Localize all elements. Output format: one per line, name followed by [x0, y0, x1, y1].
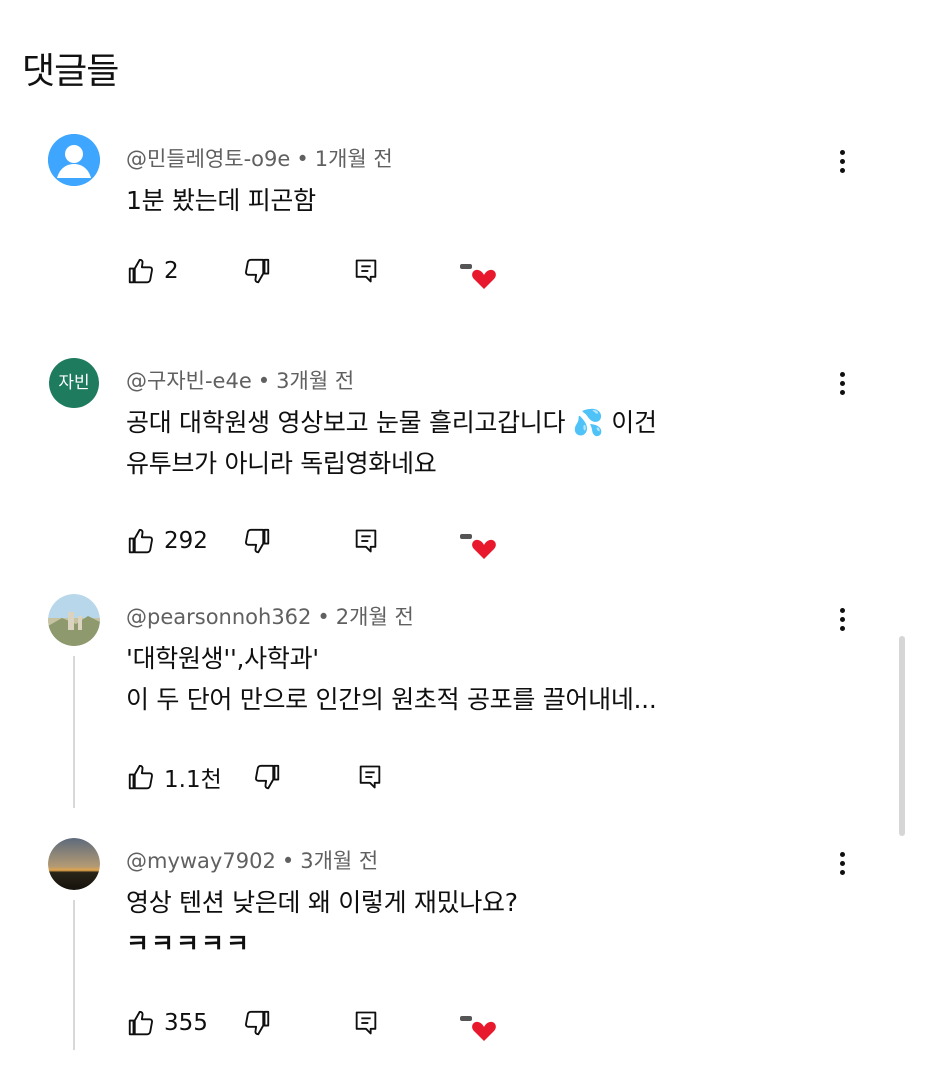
comment-time[interactable]: 3개월 전	[276, 369, 354, 393]
thumbs-down-icon	[245, 258, 270, 284]
comment-text: 영상 텐션 낮은데 왜 이렇게 재밌나요? ㅋㅋㅋㅋㅋ	[126, 888, 518, 958]
comment-text: 1분 봤는데 피곤함	[126, 186, 316, 215]
dislike-button[interactable]	[252, 760, 282, 794]
reply-icon	[355, 259, 377, 283]
like-button[interactable]: 2	[126, 254, 179, 288]
comment-author[interactable]: @민들레영토-o9e	[126, 147, 290, 171]
thumbs-up-icon	[128, 764, 153, 790]
like-button[interactable]: 355	[126, 1006, 208, 1040]
more-options-button[interactable]	[836, 372, 848, 402]
comment-meta: @민들레영토-o9e • 1개월 전	[126, 147, 393, 171]
page-title: 댓글들	[22, 51, 119, 92]
creator-heart	[458, 1010, 498, 1044]
comment-text: '대학원생'',사학과' 이 두 단어 만으로 인간의 원초적 공포를 끌어내네…	[126, 644, 657, 714]
creator-heart-icon	[460, 264, 496, 289]
comment-actions: 1.1천	[126, 760, 546, 794]
comment-author[interactable]: @구자빈-e4e	[126, 369, 252, 393]
scrollbar[interactable]	[899, 636, 905, 836]
more-options-button[interactable]	[836, 150, 848, 180]
comment-meta: @myway7902 • 3개월 전	[126, 849, 379, 873]
dislike-button[interactable]	[242, 524, 272, 558]
more-options-button[interactable]	[836, 608, 848, 638]
comment-actions: 292	[126, 524, 546, 559]
landscape-avatar-icon	[48, 594, 100, 646]
comment-meta: @구자빈-e4e • 3개월 전	[126, 369, 355, 393]
thumbs-up-icon	[128, 258, 153, 284]
dislike-button[interactable]	[242, 1006, 272, 1040]
like-count: 1.1천	[164, 767, 222, 793]
like-button[interactable]: 1.1천	[126, 760, 222, 794]
comment-time[interactable]: 3개월 전	[300, 849, 378, 873]
thumbs-down-icon	[245, 528, 270, 554]
like-count: 355	[164, 1010, 208, 1036]
creator-heart-icon	[460, 1016, 496, 1041]
thread-line	[73, 900, 75, 1050]
creator-heart	[458, 528, 498, 562]
comment-meta: @pearsonnoh362 • 2개월 전	[126, 605, 414, 629]
comment-author[interactable]: @pearsonnoh362	[126, 605, 311, 629]
reply-icon	[355, 1011, 377, 1035]
comment-actions: 2	[126, 254, 546, 289]
thread-line	[73, 656, 75, 808]
comment-time[interactable]: 2개월 전	[336, 605, 414, 629]
avatar[interactable]	[48, 134, 100, 186]
creator-heart	[458, 258, 498, 292]
reply-button[interactable]	[356, 760, 384, 794]
comment-author[interactable]: @myway7902	[126, 849, 276, 873]
sunset-avatar-icon	[48, 838, 100, 890]
avatar-initials: 자빈	[58, 373, 90, 393]
reply-icon	[359, 765, 381, 789]
like-count: 292	[164, 528, 208, 554]
creator-heart-icon	[460, 534, 496, 559]
like-count: 2	[164, 258, 179, 284]
reply-button[interactable]	[352, 254, 380, 288]
avatar[interactable]	[48, 594, 100, 646]
reply-button[interactable]	[352, 1006, 380, 1040]
reply-icon	[355, 529, 377, 553]
thumbs-down-icon	[245, 1010, 270, 1036]
thumbs-down-icon	[255, 764, 280, 790]
more-options-button[interactable]	[836, 852, 848, 882]
reply-button[interactable]	[352, 524, 380, 558]
avatar[interactable]	[48, 838, 100, 890]
default-avatar-icon	[48, 134, 100, 186]
dislike-button[interactable]	[242, 254, 272, 288]
thumbs-up-icon	[128, 1010, 153, 1036]
like-button[interactable]: 292	[126, 524, 208, 558]
avatar[interactable]: 자빈	[49, 358, 99, 408]
comment-text: 공대 대학원생 영상보고 눈물 흘리고갑니다 💦 이건 유투브가 아니라 독립영…	[126, 408, 657, 478]
comment-actions: 355	[126, 1006, 546, 1041]
thumbs-up-icon	[128, 528, 153, 554]
comment-time[interactable]: 1개월 전	[315, 147, 393, 171]
